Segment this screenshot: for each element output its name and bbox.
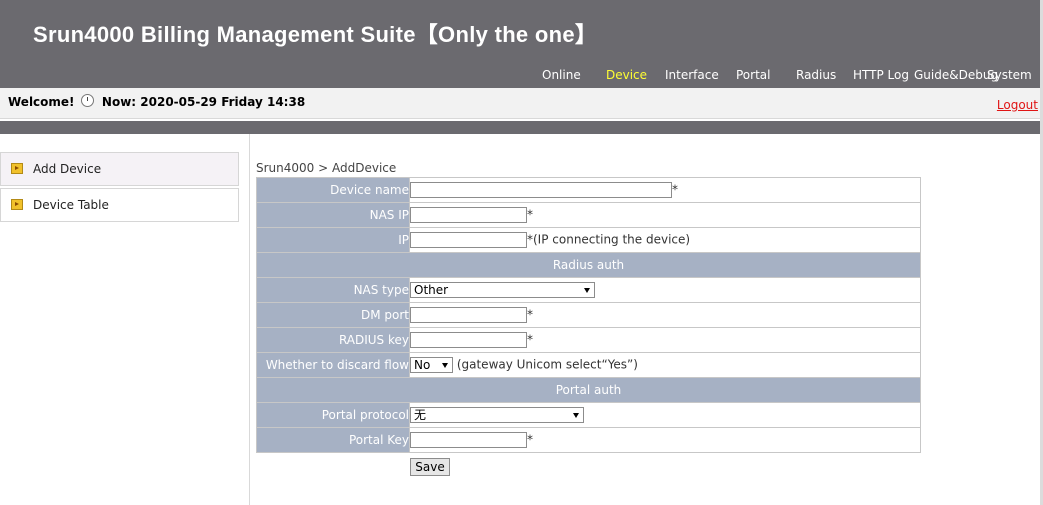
clock-icon <box>80 94 94 107</box>
device-name-label: Device name <box>256 177 410 203</box>
discard-flow-value: No <box>414 358 431 372</box>
form-row-radius-key: RADIUS key * <box>256 327 921 353</box>
form-row-discard-flow: Whether to discard flow No (gateway Unic… <box>256 352 921 378</box>
nas-ip-label: NAS IP <box>256 202 410 228</box>
portal-key-label: Portal Key <box>256 427 410 453</box>
welcome-bar: Welcome! Now: 2020-05-29 Friday 14:38 Lo… <box>0 88 1043 119</box>
sidebar-item-device-table[interactable]: Device Table <box>0 188 239 222</box>
portal-key-input[interactable] <box>410 432 527 448</box>
sidebar-item-label: Add Device <box>33 162 102 176</box>
required-mark: * <box>527 432 533 447</box>
nav-system[interactable]: System <box>987 68 1032 82</box>
nav-guide-debug[interactable]: Guide&Debug <box>914 68 998 82</box>
current-datetime: Now: 2020-05-29 Friday 14:38 <box>101 95 306 109</box>
radius-key-input[interactable] <box>410 332 527 348</box>
app-title: Srun4000 Billing Management Suite【Only t… <box>33 22 598 47</box>
required-mark: * <box>527 332 533 347</box>
sidebar-item-add-device[interactable]: Add Device <box>0 152 239 186</box>
required-mark: * <box>672 182 678 197</box>
save-button[interactable]: Save <box>410 458 450 476</box>
dm-port-label: DM port <box>256 302 410 328</box>
ip-input[interactable] <box>410 232 527 248</box>
form-row-nas-ip: NAS IP * <box>256 202 921 228</box>
dropdown-arrow-icon <box>584 288 590 293</box>
portal-protocol-select[interactable]: 无 <box>410 407 584 423</box>
nas-type-label: NAS type <box>256 277 410 303</box>
section-row-radius: Radius auth <box>256 252 921 278</box>
header: Srun4000 Billing Management Suite【Only t… <box>0 0 1043 88</box>
dm-port-input[interactable] <box>410 307 527 323</box>
form-row-dm-port: DM port * <box>256 302 921 328</box>
radius-auth-section: Radius auth <box>256 252 921 278</box>
sidebar-item-label: Device Table <box>33 198 109 212</box>
form-row-portal-key: Portal Key * <box>256 427 921 453</box>
discard-flow-select[interactable]: No <box>410 357 453 373</box>
dropdown-arrow-icon <box>573 413 579 418</box>
arrow-right-icon <box>11 163 23 174</box>
nav-radius[interactable]: Radius <box>796 68 836 82</box>
nas-type-value: Other <box>414 283 449 297</box>
nav-online[interactable]: Online <box>542 68 581 82</box>
device-name-input[interactable] <box>410 182 672 198</box>
top-nav: Online Device Interface Portal Radius HT… <box>0 68 1043 86</box>
nav-portal[interactable]: Portal <box>736 68 770 82</box>
dropdown-arrow-icon <box>442 363 448 368</box>
discard-flow-label: Whether to discard flow <box>256 352 410 378</box>
nas-type-select[interactable]: Other <box>410 282 595 298</box>
nav-device[interactable]: Device <box>606 68 647 82</box>
portal-auth-section: Portal auth <box>256 377 921 403</box>
required-mark: * <box>527 207 533 222</box>
ip-label: IP <box>256 227 410 253</box>
welcome-text: Welcome! Now: 2020-05-29 Friday 14:38 <box>8 94 305 109</box>
welcome-label: Welcome! <box>8 95 75 109</box>
nav-interface[interactable]: Interface <box>665 68 719 82</box>
sidebar: Add Device Device Table <box>0 134 250 505</box>
discard-flow-hint: (gateway Unicom select“Yes”) <box>456 357 638 372</box>
radius-key-label: RADIUS key <box>256 327 410 353</box>
form-row-portal-protocol: Portal protocol 无 <box>256 402 921 428</box>
portal-protocol-value: 无 <box>414 408 427 422</box>
portal-protocol-label: Portal protocol <box>256 402 410 428</box>
nav-http-log[interactable]: HTTP Log <box>853 68 909 82</box>
form-row-device-name: Device name * <box>256 177 921 203</box>
add-device-form: Device name * NAS IP * IP *(IP connectin… <box>256 177 921 453</box>
nas-ip-input[interactable] <box>410 207 527 223</box>
logout-link[interactable]: Logout <box>997 98 1038 112</box>
divider-band <box>0 121 1043 134</box>
arrow-right-icon <box>11 199 23 210</box>
required-mark: * <box>527 307 533 322</box>
breadcrumb: Srun4000 > AddDevice <box>256 161 397 175</box>
section-row-portal: Portal auth <box>256 377 921 403</box>
form-row-nas-type: NAS type Other <box>256 277 921 303</box>
form-row-ip: IP *(IP connecting the device) <box>256 227 921 253</box>
ip-hint: *(IP connecting the device) <box>527 232 691 247</box>
